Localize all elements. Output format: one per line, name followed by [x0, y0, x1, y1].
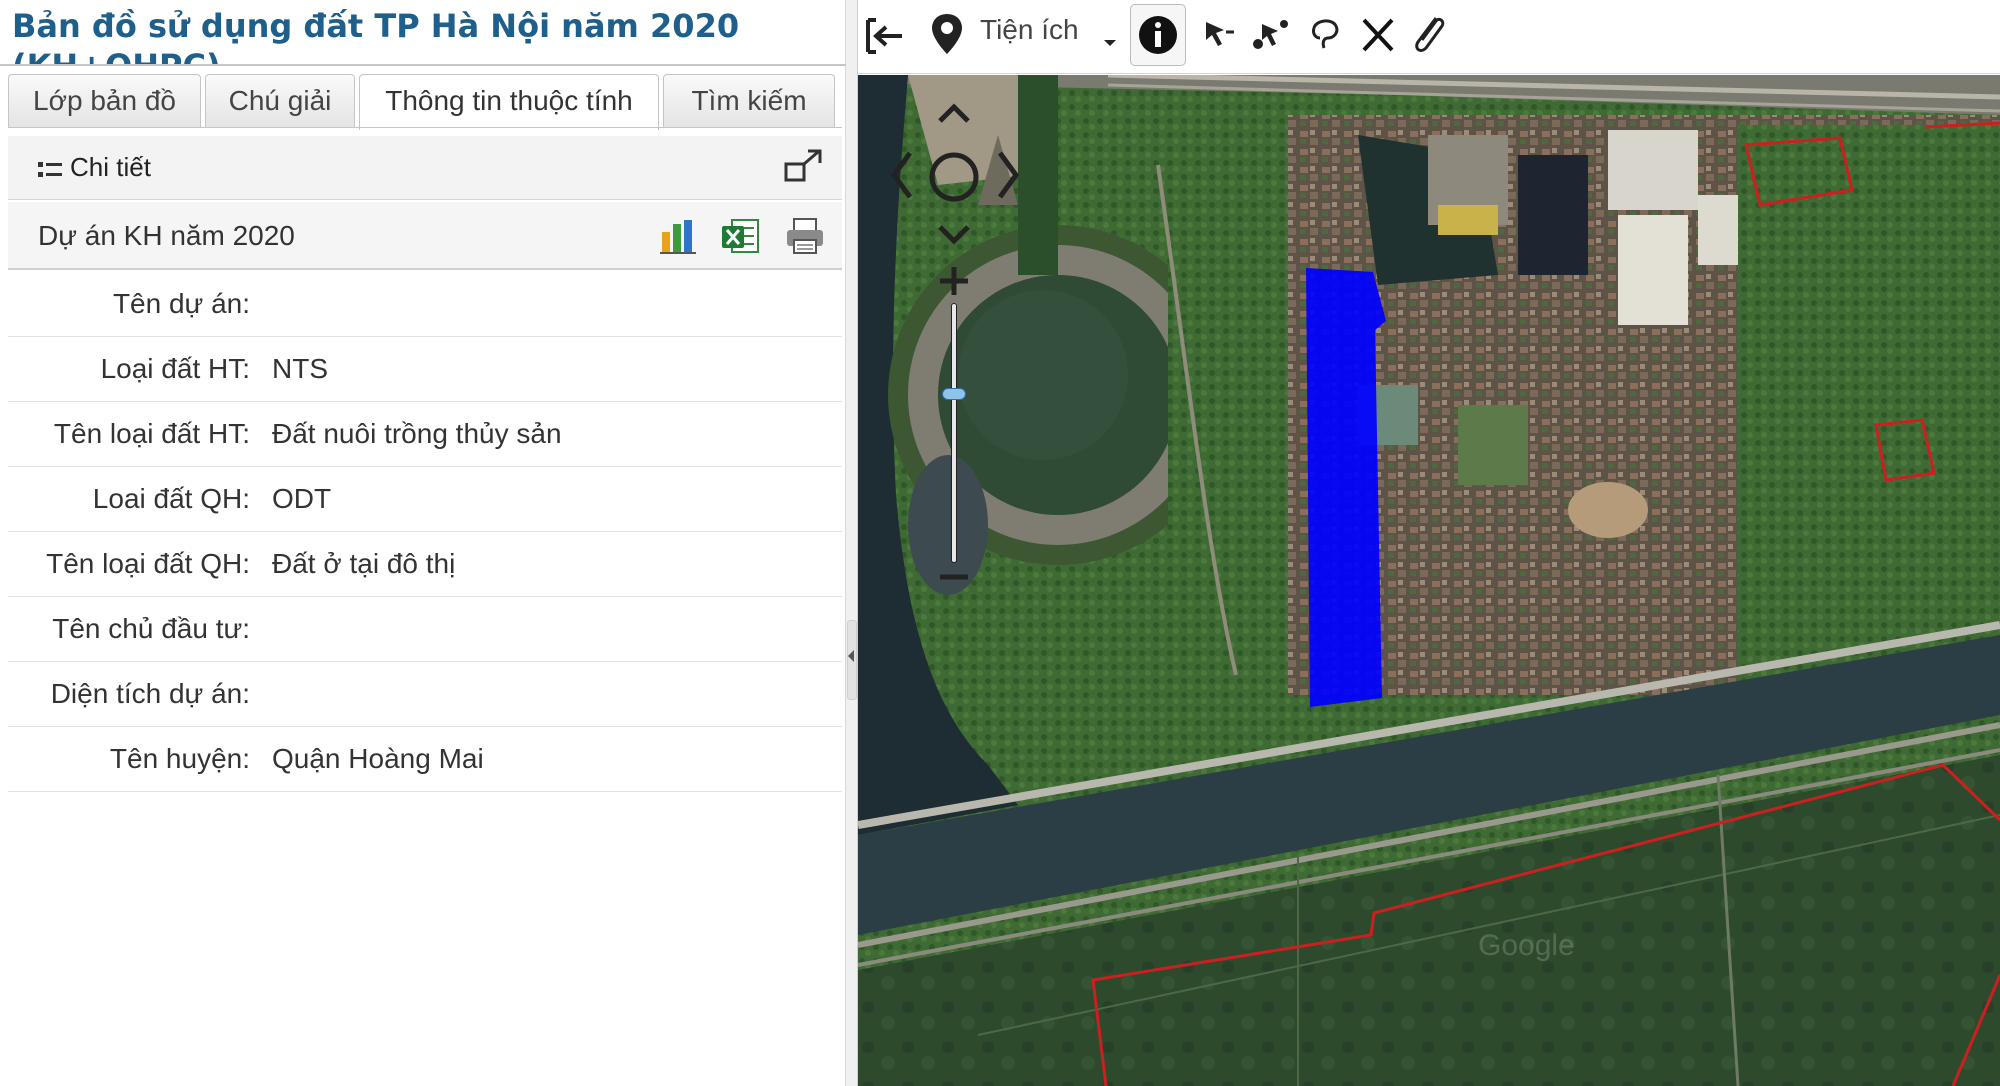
pan-right-icon[interactable] — [994, 147, 1024, 203]
project-title: Dự án KH năm 2020 — [38, 220, 295, 251]
pan-up-icon[interactable] — [934, 97, 974, 127]
tab-attribute-info[interactable]: Thông tin thuộc tính — [359, 74, 659, 130]
list-icon — [38, 162, 62, 177]
zoom-slider[interactable] — [942, 303, 966, 563]
table-row: Tên loại đất QH: Đất ở tại đô thị — [8, 532, 842, 597]
select-multiple-icon[interactable] — [1248, 8, 1296, 64]
zoom-thumb[interactable] — [942, 388, 966, 400]
excel-icon[interactable] — [720, 216, 762, 256]
map-watermark: Google — [1478, 929, 1575, 962]
pan-down-icon[interactable] — [934, 221, 974, 251]
project-header: Dự án KH năm 2020 — [8, 202, 842, 270]
detail-label: Chi tiết — [70, 152, 151, 182]
table-row: Loại đất HT: NTS — [8, 337, 842, 402]
zoom-out-icon[interactable] — [936, 567, 972, 587]
lasso-icon[interactable] — [1302, 8, 1348, 64]
tab-divider — [8, 127, 842, 128]
attach-icon[interactable] — [1406, 8, 1452, 64]
attr-key: Tên loại đất QH: — [46, 548, 250, 579]
detail-header: Chi tiết — [8, 136, 842, 200]
table-row: Tên loại đất HT: Đất nuôi trồng thủy sản — [8, 402, 842, 467]
attr-value: Đất ở tại đô thị — [272, 548, 456, 579]
table-row: Loai đất QH: ODT — [8, 467, 842, 532]
table-row: Tên dự án: — [8, 272, 842, 337]
location-pin-icon[interactable] — [926, 8, 968, 64]
expand-icon[interactable] — [784, 148, 824, 184]
utility-menu-label[interactable]: Tiện ích — [980, 14, 1079, 46]
table-row: Diện tích dự án: — [8, 662, 842, 727]
attr-value: ODT — [272, 483, 332, 514]
pan-center-icon[interactable] — [928, 151, 980, 203]
map-view[interactable]: Google — [858, 75, 2000, 1086]
tab-map-layers[interactable]: Lớp bản đồ — [8, 74, 201, 128]
tab-legend[interactable]: Chú giải — [205, 74, 355, 128]
print-icon[interactable] — [784, 216, 826, 256]
satellite-imagery: Google — [858, 75, 2000, 1086]
dropdown-arrow-icon[interactable] — [1100, 8, 1120, 64]
panel-tabs: Lớp bản đồ Chú giải Thông tin thuộc tính… — [8, 74, 842, 130]
info-tool-button[interactable] — [1130, 4, 1186, 66]
attr-key: Tên huyện: — [109, 743, 250, 774]
zoom-in-icon[interactable] — [936, 263, 972, 299]
app-title: Bản đồ sử dụng đất TP Hà Nội năm 2020 (K… — [12, 7, 740, 64]
attr-key: Tên chủ đầu tư: — [52, 613, 250, 644]
attr-value: NTS — [272, 353, 328, 384]
attr-key: Diện tích dự án: — [50, 678, 250, 709]
tab-search[interactable]: Tìm kiếm — [663, 74, 835, 128]
attr-key: Loai đất QH: — [92, 483, 250, 514]
attr-key: Tên dự án: — [112, 288, 250, 319]
attr-key: Tên loại đất HT: — [53, 418, 250, 449]
chart-icon[interactable] — [658, 216, 700, 256]
panel-splitter[interactable] — [846, 0, 858, 1086]
select-arrow-icon[interactable] — [1198, 8, 1242, 64]
attr-value: Quận Hoàng Mai — [272, 743, 484, 774]
collapse-arrow-icon[interactable] — [848, 650, 854, 662]
left-panel: Bản đồ sử dụng đất TP Hà Nội năm 2020 (K… — [0, 0, 846, 1086]
table-row: Tên chủ đầu tư: — [8, 597, 842, 662]
attribute-table: Tên dự án: Loại đất HT: NTS Tên loại đất… — [8, 272, 842, 792]
map-toolbar: Tiện ích — [858, 0, 2000, 74]
attr-value: Đất nuôi trồng thủy sản — [272, 418, 562, 449]
close-icon[interactable] — [1356, 8, 1400, 64]
zoom-track — [951, 303, 957, 563]
info-icon — [1139, 16, 1177, 54]
exit-icon[interactable] — [862, 8, 910, 64]
attr-key: Loại đất HT: — [100, 353, 250, 384]
title-divider — [0, 64, 846, 66]
table-row: Tên huyện: Quận Hoàng Mai — [8, 727, 842, 792]
pan-left-icon[interactable] — [886, 147, 916, 203]
